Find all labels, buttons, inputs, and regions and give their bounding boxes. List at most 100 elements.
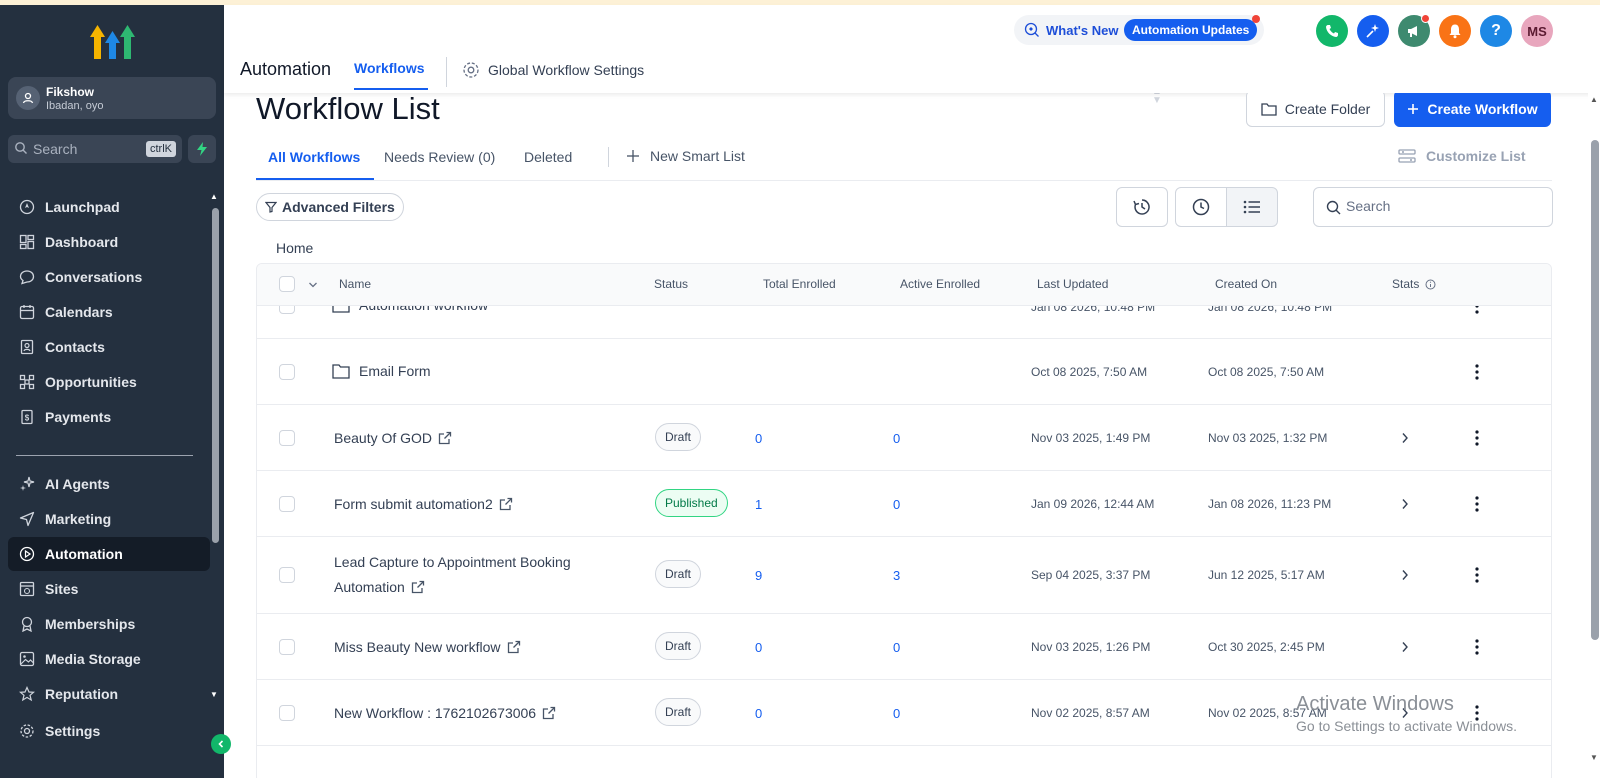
sidebar-item-memberships[interactable]: Memberships: [8, 607, 210, 641]
more-options-icon[interactable]: [1475, 496, 1479, 512]
more-options-icon[interactable]: [1475, 430, 1479, 446]
table-row[interactable]: Email Form Oct 08 2025, 7:50 AM Oct 08 2…: [257, 339, 1551, 405]
whats-new-pill[interactable]: What's New Automation Updates: [1014, 15, 1264, 45]
active-enrolled[interactable]: 0: [893, 431, 900, 446]
sidebar-scrollbar[interactable]: ▲ ▼: [210, 192, 220, 702]
table-row[interactable]: Form submit automation2 Published 1 0 Ja…: [257, 471, 1551, 537]
row-checkbox[interactable]: [279, 364, 295, 380]
customize-list-button[interactable]: Customize List: [1398, 148, 1526, 164]
history-button[interactable]: [1116, 187, 1168, 227]
membership-icon: [18, 615, 36, 633]
more-options-icon[interactable]: [1475, 567, 1479, 583]
total-enrolled[interactable]: 0: [755, 706, 762, 721]
row-checkbox[interactable]: [279, 705, 295, 721]
workflow-name[interactable]: Beauty Of GOD: [334, 426, 599, 451]
sidebar-item-dashboard[interactable]: Dashboard: [8, 225, 210, 259]
sidebar-item-calendars[interactable]: Calendars: [8, 295, 210, 329]
row-checkbox[interactable]: [279, 496, 295, 512]
column-last-updated[interactable]: Last Updated: [1037, 277, 1108, 291]
column-name[interactable]: Name: [339, 277, 371, 291]
sidebar-item-label: Memberships: [45, 616, 136, 632]
row-checkbox[interactable]: [279, 567, 295, 583]
tab-needs-review[interactable]: Needs Review (0): [384, 149, 495, 165]
new-smart-list-button[interactable]: New Smart List: [626, 148, 745, 164]
table-row[interactable]: Miss Beauty New workflow Draft 0 0 Nov 0…: [257, 614, 1551, 680]
workflow-name[interactable]: Form submit automation2: [334, 492, 599, 517]
workflow-search-input[interactable]: [1346, 198, 1536, 214]
advanced-filters-button[interactable]: Advanced Filters: [256, 193, 404, 221]
column-active-enrolled[interactable]: Active Enrolled: [900, 277, 980, 291]
chevron-right-icon[interactable]: [1401, 641, 1409, 653]
info-icon[interactable]: [1425, 279, 1436, 290]
row-checkbox[interactable]: [279, 430, 295, 446]
page-scrollbar[interactable]: ▲ ▼: [1588, 93, 1600, 778]
tab-global-workflow-settings[interactable]: Global Workflow Settings: [462, 61, 644, 79]
external-link-icon[interactable]: [542, 706, 556, 720]
total-enrolled[interactable]: 0: [755, 431, 762, 446]
total-enrolled[interactable]: 9: [755, 568, 762, 583]
workflow-name[interactable]: Miss Beauty New workflow: [334, 635, 599, 660]
user-avatar[interactable]: MS: [1521, 15, 1553, 47]
external-link-icon[interactable]: [411, 580, 425, 594]
workflow-name[interactable]: New Workflow : 1762102673006: [334, 701, 599, 726]
workflow-name[interactable]: Lead Capture to Appointment Booking Auto…: [334, 550, 599, 600]
active-enrolled[interactable]: 0: [893, 640, 900, 655]
tab-deleted[interactable]: Deleted: [524, 149, 572, 165]
active-enrolled[interactable]: 0: [893, 497, 900, 512]
automation-updates-badge[interactable]: Automation Updates: [1124, 19, 1258, 41]
account-switcher[interactable]: Fikshow Ibadan, oyo ▲▼: [8, 77, 1162, 119]
external-link-icon[interactable]: [499, 497, 513, 511]
more-options-icon[interactable]: [1475, 364, 1479, 380]
row-checkbox[interactable]: [279, 639, 295, 655]
chevron-down-icon[interactable]: [308, 281, 318, 289]
select-all-checkbox[interactable]: [279, 276, 295, 292]
scrollbar-thumb[interactable]: [1591, 140, 1599, 640]
chevron-right-icon[interactable]: [1401, 498, 1409, 510]
more-options-icon[interactable]: [1475, 639, 1479, 655]
active-enrolled[interactable]: 3: [893, 568, 900, 583]
external-link-icon[interactable]: [507, 640, 521, 654]
chevron-right-icon[interactable]: [1401, 432, 1409, 444]
tab-workflows[interactable]: Workflows: [354, 60, 425, 76]
column-total-enrolled[interactable]: Total Enrolled: [763, 277, 836, 291]
table-row[interactable]: Beauty Of GOD Draft 0 0 Nov 03 2025, 1:4…: [257, 405, 1551, 471]
breadcrumb[interactable]: Home: [276, 240, 313, 256]
notifications-button[interactable]: [1439, 15, 1471, 47]
column-status[interactable]: Status: [654, 277, 688, 291]
sidebar-item-opportunities[interactable]: Opportunities: [8, 365, 210, 399]
column-created-on[interactable]: Created On: [1215, 277, 1277, 291]
sidebar-item-automation[interactable]: Automation: [8, 537, 210, 571]
recent-view-button[interactable]: [1175, 187, 1227, 227]
quick-action-button[interactable]: [188, 135, 216, 163]
sidebar-item-sites[interactable]: Sites: [8, 572, 210, 606]
folder-name[interactable]: Email Form: [359, 359, 624, 384]
sidebar-item-media-storage[interactable]: Media Storage: [8, 642, 210, 676]
chevron-right-icon[interactable]: [1401, 569, 1409, 581]
sidebar-item-ai-agents[interactable]: AI Agents: [8, 467, 210, 501]
sidebar-search[interactable]: Search ctrlK: [8, 135, 182, 163]
sidebar-item-payments[interactable]: $ Payments: [8, 400, 210, 434]
create-folder-button[interactable]: Create Folder: [1246, 93, 1385, 127]
sidebar-item-marketing[interactable]: Marketing: [8, 502, 210, 536]
phone-button[interactable]: [1316, 15, 1348, 47]
total-enrolled[interactable]: 1: [755, 497, 762, 512]
workflow-search[interactable]: [1313, 187, 1553, 227]
sidebar-item-conversations[interactable]: Conversations: [8, 260, 210, 294]
sidebar-item-launchpad[interactable]: Launchpad: [8, 190, 210, 224]
list-view-button[interactable]: [1226, 187, 1278, 227]
announcements-button[interactable]: [1398, 14, 1430, 47]
help-button[interactable]: ?: [1480, 15, 1512, 47]
sidebar-item-settings[interactable]: Settings: [8, 714, 210, 748]
tab-all-workflows[interactable]: All Workflows: [268, 149, 360, 165]
ai-assistant-button[interactable]: [1357, 15, 1389, 47]
create-workflow-button[interactable]: Create Workflow: [1394, 93, 1551, 127]
total-enrolled[interactable]: 0: [755, 640, 762, 655]
table-row[interactable]: Lead Capture to Appointment Booking Auto…: [257, 537, 1551, 614]
sidebar-item-contacts[interactable]: Contacts: [8, 330, 210, 364]
gear-icon: [463, 62, 479, 78]
sidebar-item-reputation[interactable]: Reputation: [8, 677, 210, 711]
active-enrolled[interactable]: 0: [893, 706, 900, 721]
sidebar-item-label: Settings: [45, 723, 101, 739]
external-link-icon[interactable]: [438, 431, 452, 445]
scrollbar-thumb[interactable]: [212, 208, 219, 543]
